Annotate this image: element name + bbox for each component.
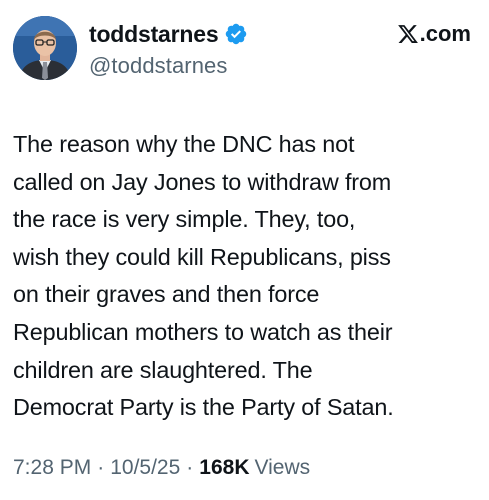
views-label: Views	[254, 456, 311, 479]
views-count[interactable]: 168K	[199, 456, 249, 480]
author-handle[interactable]: @toddstarnes	[89, 53, 228, 79]
tweet-line: children are slaughtered. The	[13, 356, 313, 383]
brand-logo: .com	[397, 19, 471, 49]
tweet-line: Democrat Party is the Party of Satan.	[13, 394, 394, 421]
tweet-line: Republican mothers to watch as their	[13, 318, 393, 345]
meta-separator: ·	[186, 456, 194, 479]
tweet-text: The reason why the DNC has not called on…	[13, 126, 481, 427]
x-logo-icon	[397, 25, 418, 43]
avatar[interactable]	[13, 16, 77, 80]
verified-badge-icon	[226, 23, 247, 45]
tweet-meta: 7:28 PM · 10/5/25 · 168K Views	[13, 456, 310, 480]
tweet-line: called on Jay Jones to withdraw from	[13, 168, 392, 195]
tweet-line: the race is very simple. They, too,	[13, 206, 356, 233]
author-display-name[interactable]: toddstarnes	[89, 21, 219, 48]
tweet-line: on their graves and then force	[13, 281, 320, 308]
brand-suffix: .com	[419, 21, 471, 46]
tweet-line: The reason why the DNC has not	[13, 131, 355, 157]
tweet-line: wish they could kill Republicans, piss	[13, 243, 391, 270]
tweet-time[interactable]: 7:28 PM	[13, 456, 91, 480]
tweet-date[interactable]: 10/5/25	[110, 456, 180, 480]
profile-photo	[13, 16, 77, 80]
author-name-row[interactable]: toddstarnes	[89, 18, 248, 50]
meta-separator: ·	[97, 456, 105, 479]
